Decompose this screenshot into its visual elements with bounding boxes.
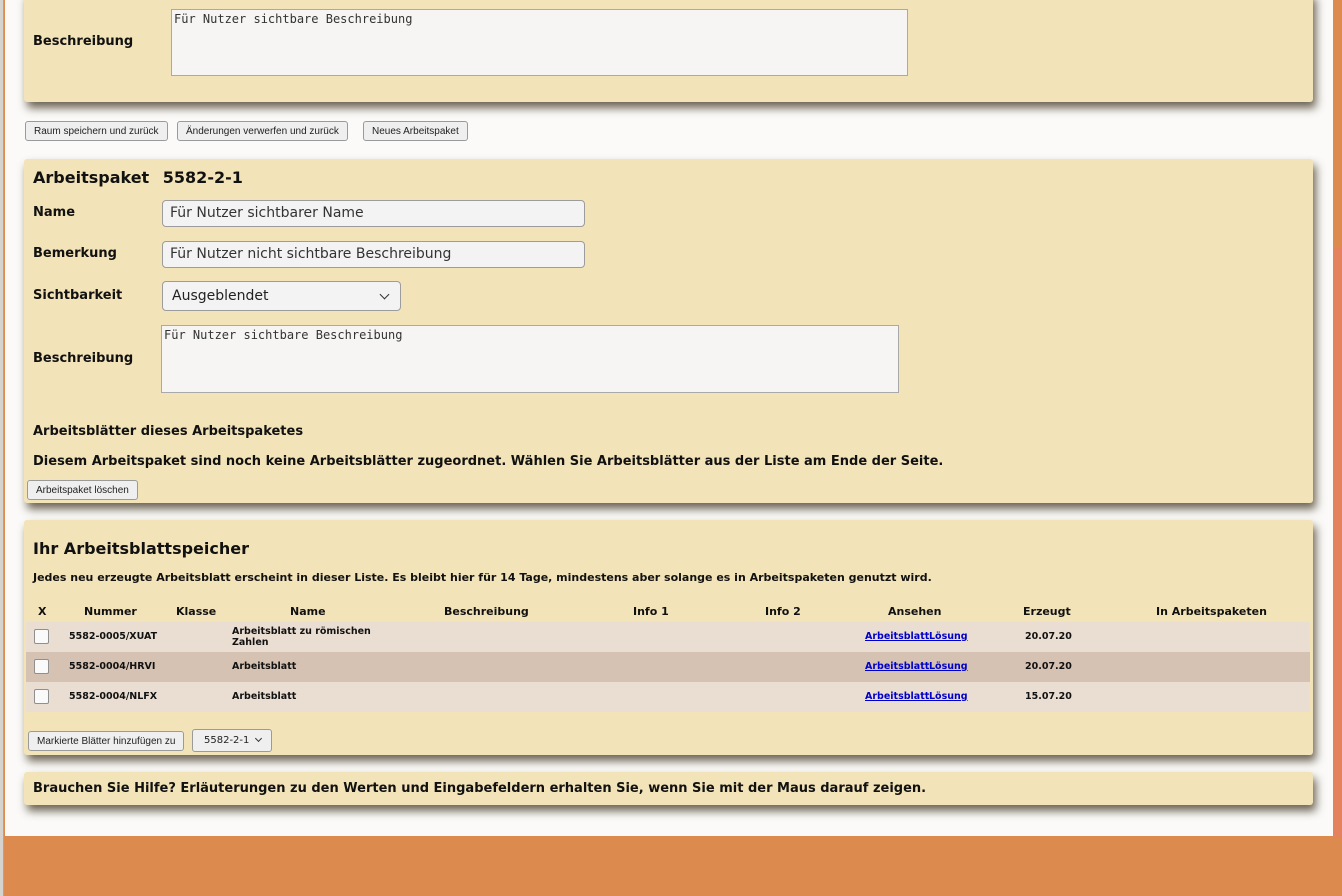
left-window-edge [0,0,4,896]
row-name: Arbeitsblatt [232,661,297,672]
col-nummer: Nummer [84,605,137,618]
row-erzeugt: 15.07.20 [1025,691,1072,702]
row-checkbox[interactable] [34,689,49,704]
package-panel: Arbeitspaket 5582-2-1 Name Für Nutzer si… [24,159,1313,503]
view-sheet-link[interactable]: Arbeitsblatt [865,661,929,672]
storage-title: Ihr Arbeitsblattspeicher [33,539,249,558]
row-name: Arbeitsblatt [232,691,297,702]
sheets-heading: Arbeitsblätter dieses Arbeitspaketes [33,424,304,439]
storage-info: Jedes neu erzeugte Arbeitsblatt erschein… [33,571,932,584]
sichtbarkeit-select[interactable]: Ausgeblendet [162,281,401,311]
package-beschreibung-textarea[interactable]: Für Nutzer sichtbare Beschreibung [161,325,899,393]
view-solution-link[interactable]: Lösung [929,631,968,642]
view-solution-link[interactable]: Lösung [929,691,968,702]
name-input[interactable]: Für Nutzer sichtbarer Name [162,200,585,227]
view-sheet-link[interactable]: Arbeitsblatt [865,691,929,702]
discard-changes-button[interactable]: Änderungen verwerfen und zurück [177,121,348,141]
room-beschreibung-textarea[interactable]: Für Nutzer sichtbare Beschreibung [171,9,908,76]
sichtbarkeit-label: Sichtbarkeit [33,288,123,303]
col-erzeugt: Erzeugt [1023,605,1071,618]
help-panel: Brauchen Sie Hilfe? Erläuterungen zu den… [24,772,1313,805]
table-row: 5582-0004/NLFX Arbeitsblatt Arbeitsblatt… [26,682,1310,712]
table-row: 5582-0005/XUAT Arbeitsblatt zu römischen… [26,622,1310,652]
delete-package-button[interactable]: Arbeitspaket löschen [27,480,138,500]
row-nummer: 5582-0004/NLFX [69,691,158,702]
beschreibung-label: Beschreibung [33,34,134,49]
package-title-label: Arbeitspaket [33,168,150,187]
room-panel: Beschreibung Für Nutzer sichtbare Beschr… [24,0,1313,102]
storage-panel: Ihr Arbeitsblattspeicher Jedes neu erzeu… [24,520,1313,755]
row-nummer: 5582-0004/HRVI [69,661,156,672]
table-row: 5582-0004/HRVI Arbeitsblatt Arbeitsblatt… [26,652,1310,682]
package-title: Arbeitspaket 5582-2-1 [33,168,243,187]
row-erzeugt: 20.07.20 [1025,661,1072,672]
beschreibung-label: Beschreibung [33,351,134,366]
view-solution-link[interactable]: Lösung [929,661,968,672]
package-id: 5582-2-1 [162,168,243,187]
row-name-line1: Arbeitsblatt zu römischen [232,626,371,637]
bemerkung-input[interactable]: Für Nutzer nicht sichtbare Beschreibung [162,241,585,268]
target-package-select[interactable]: 5582-2-1 [192,729,272,752]
target-package-value: 5582-2-1 [204,735,250,746]
name-label: Name [33,205,76,220]
help-text: Brauchen Sie Hilfe? Erläuterungen zu den… [33,781,927,796]
bemerkung-label: Bemerkung [33,246,117,261]
row-name: Arbeitsblatt zu römischen Zahlen [232,626,371,648]
col-beschreibung: Beschreibung [444,605,529,618]
row-checkbox[interactable] [34,659,49,674]
view-sheet-link[interactable]: Arbeitsblatt [865,631,929,642]
chevron-down-icon [379,289,390,300]
col-in-arbeitspaketen: In Arbeitspaketen [1156,605,1267,618]
col-ansehen: Ansehen [888,605,942,618]
col-info2: Info 2 [765,605,801,618]
col-klasse: Klasse [176,605,217,618]
row-name-line2: Zahlen [232,637,269,648]
row-erzeugt: 20.07.20 [1025,631,1072,642]
right-accent-strip [1333,248,1342,838]
new-package-button[interactable]: Neues Arbeitspaket [363,121,468,141]
col-info1: Info 1 [633,605,669,618]
row-nummer: 5582-0005/XUAT [69,631,158,642]
add-marked-sheets-button[interactable]: Markierte Blätter hinzufügen zu [28,731,185,751]
sichtbarkeit-value: Ausgeblendet [172,288,269,304]
empty-sheets-message: Diesem Arbeitspaket sind noch keine Arbe… [33,454,944,469]
chevron-down-icon [254,734,263,743]
save-room-button[interactable]: Raum speichern und zurück [25,121,168,141]
row-checkbox[interactable] [34,629,49,644]
col-x: X [38,605,47,618]
col-name: Name [290,605,326,618]
